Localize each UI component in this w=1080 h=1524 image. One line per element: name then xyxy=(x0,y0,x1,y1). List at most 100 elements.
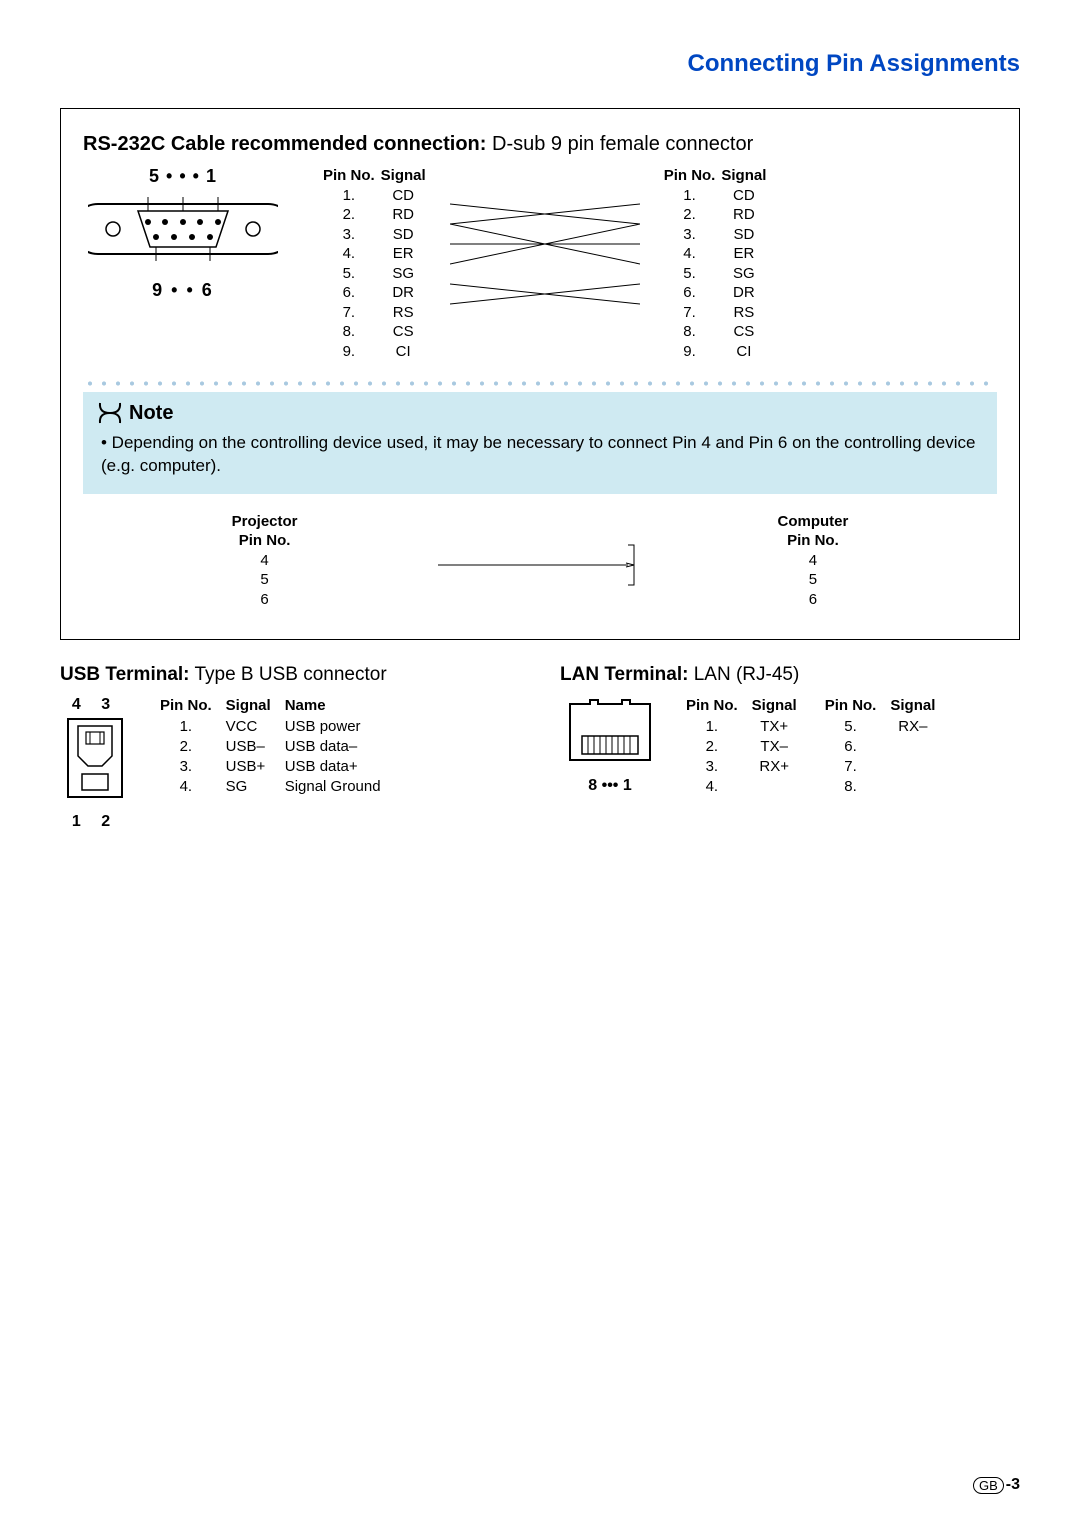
lan-signal: RX+ xyxy=(752,757,797,777)
signal: RD xyxy=(381,205,426,225)
lan-signal: TX– xyxy=(752,737,797,757)
dsub-top-label: 5 • • • 1 xyxy=(83,166,283,187)
note-icon xyxy=(97,400,123,426)
pc-pin: 5 xyxy=(232,570,298,590)
usb-pin: 2. xyxy=(160,737,212,757)
signal: CD xyxy=(721,186,766,206)
lan-pin: 7. xyxy=(825,757,877,777)
usb-b-icon xyxy=(60,714,130,804)
usb-head-name: Name xyxy=(285,696,381,716)
usb-head-signal: Signal xyxy=(226,696,271,716)
rs232-title: RS-232C Cable recommended connection: D-… xyxy=(83,133,997,156)
projector-computer-wiring: Projector Pin No. 4 5 6 Computer Pin No.… xyxy=(83,512,997,610)
usb-signal: SG xyxy=(226,777,271,797)
signal: SD xyxy=(381,225,426,245)
signal: CS xyxy=(721,322,766,342)
lan-pin: 5. xyxy=(825,717,877,737)
note-block: Note • Depending on the controlling devi… xyxy=(83,392,997,494)
pin-no: 1. xyxy=(323,186,375,206)
pin-no: 5. xyxy=(323,264,375,284)
lan-label-bottom: 8 ••• 1 xyxy=(560,777,660,795)
dotted-divider xyxy=(83,381,997,386)
signal: CI xyxy=(721,342,766,362)
usb-title-rest: Type B USB connector xyxy=(190,664,387,685)
usb-section: USB Terminal: Type B USB connector 4 3 1… xyxy=(60,664,520,831)
pin-no: 4. xyxy=(323,244,375,264)
pc-pin: 6 xyxy=(778,590,849,610)
lan-pin: 4. xyxy=(686,777,738,797)
lan-title-bold: LAN Terminal: xyxy=(560,664,688,685)
note-heading: Note xyxy=(129,402,173,425)
signal: CS xyxy=(381,322,426,342)
page-footer: GB -3 xyxy=(973,1476,1020,1494)
usb-signal: USB– xyxy=(226,737,271,757)
signal: SD xyxy=(721,225,766,245)
pin-no: 7. xyxy=(323,303,375,323)
rs232-title-rest: D-sub 9 pin female connector xyxy=(486,133,753,155)
usb-label-bottom: 1 2 xyxy=(60,813,130,831)
usb-name: USB power xyxy=(285,717,381,737)
signal: SG xyxy=(721,264,766,284)
col-head-pin: Pin No. xyxy=(323,166,375,186)
usb-name: Signal Ground xyxy=(285,777,381,797)
usb-pin: 1. xyxy=(160,717,212,737)
usb-pin: 3. xyxy=(160,757,212,777)
pin-no: 9. xyxy=(664,342,716,362)
pc-pin: 4 xyxy=(232,551,298,571)
note-text: • Depending on the controlling device us… xyxy=(97,432,983,478)
pin-no: 2. xyxy=(664,205,716,225)
rs232-title-bold: RS-232C Cable recommended connection: xyxy=(83,133,486,155)
footer-gb: GB xyxy=(973,1477,1004,1494)
lan-section: LAN Terminal: LAN (RJ-45) 8 ••• 1 Pin No… xyxy=(560,664,1020,831)
pin-no: 7. xyxy=(664,303,716,323)
pin-no: 8. xyxy=(323,322,375,342)
lan-title-rest: LAN (RJ-45) xyxy=(688,664,799,685)
lan-pin: 8. xyxy=(825,777,877,797)
usb-pin: 4. xyxy=(160,777,212,797)
pc-pin: 4 xyxy=(778,551,849,571)
pin-no: 9. xyxy=(323,342,375,362)
pc-wire-icon xyxy=(438,530,638,600)
signal: CD xyxy=(381,186,426,206)
usb-signal: VCC xyxy=(226,717,271,737)
col-head-pin: Pin No. xyxy=(664,166,716,186)
signal: RS xyxy=(721,303,766,323)
pin-no: 2. xyxy=(323,205,375,225)
lan-head-pin: Pin No. xyxy=(686,696,738,716)
signal: ER xyxy=(721,244,766,264)
pin-no: 4. xyxy=(664,244,716,264)
rj45-icon xyxy=(560,696,660,768)
computer-head: Computer xyxy=(778,512,849,532)
signal: RD xyxy=(721,205,766,225)
usb-name: USB data– xyxy=(285,737,381,757)
lan-pin: 3. xyxy=(686,757,738,777)
usb-name: USB data+ xyxy=(285,757,381,777)
lan-pin: 1. xyxy=(686,717,738,737)
projector-head: Projector xyxy=(232,512,298,532)
signal: SG xyxy=(381,264,426,284)
usb-head-pin: Pin No. xyxy=(160,696,212,716)
pin-no: 1. xyxy=(664,186,716,206)
lan-signal: RX– xyxy=(890,717,935,737)
rs232-box: RS-232C Cable recommended connection: D-… xyxy=(60,108,1020,640)
signal: DR xyxy=(381,283,426,303)
crossover-wires-icon xyxy=(450,166,640,336)
usb-label-top: 4 3 xyxy=(60,696,130,714)
lan-head-pin: Pin No. xyxy=(825,696,877,716)
signal: RS xyxy=(381,303,426,323)
pin-no: 5. xyxy=(664,264,716,284)
col-head-signal: Signal xyxy=(721,166,766,186)
lan-table: Pin No. 1. 2. 3. 4. Signal TX+ TX– RX+ P… xyxy=(686,696,935,797)
pin-no: 3. xyxy=(323,225,375,245)
pc-pin: 6 xyxy=(232,590,298,610)
signal: ER xyxy=(381,244,426,264)
computer-pin-head: Pin No. xyxy=(778,531,849,551)
lan-signal: TX+ xyxy=(752,717,797,737)
usb-title-bold: USB Terminal: xyxy=(60,664,190,685)
rs232-left-table: Pin No. 1. 2. 3. 4. 5. 6. 7. 8. 9. Signa… xyxy=(323,166,997,361)
lan-head-signal: Signal xyxy=(752,696,797,716)
page-title: Connecting Pin Assignments xyxy=(60,50,1020,78)
projector-pin-head: Pin No. xyxy=(232,531,298,551)
usb-signal: USB+ xyxy=(226,757,271,777)
pin-no: 8. xyxy=(664,322,716,342)
